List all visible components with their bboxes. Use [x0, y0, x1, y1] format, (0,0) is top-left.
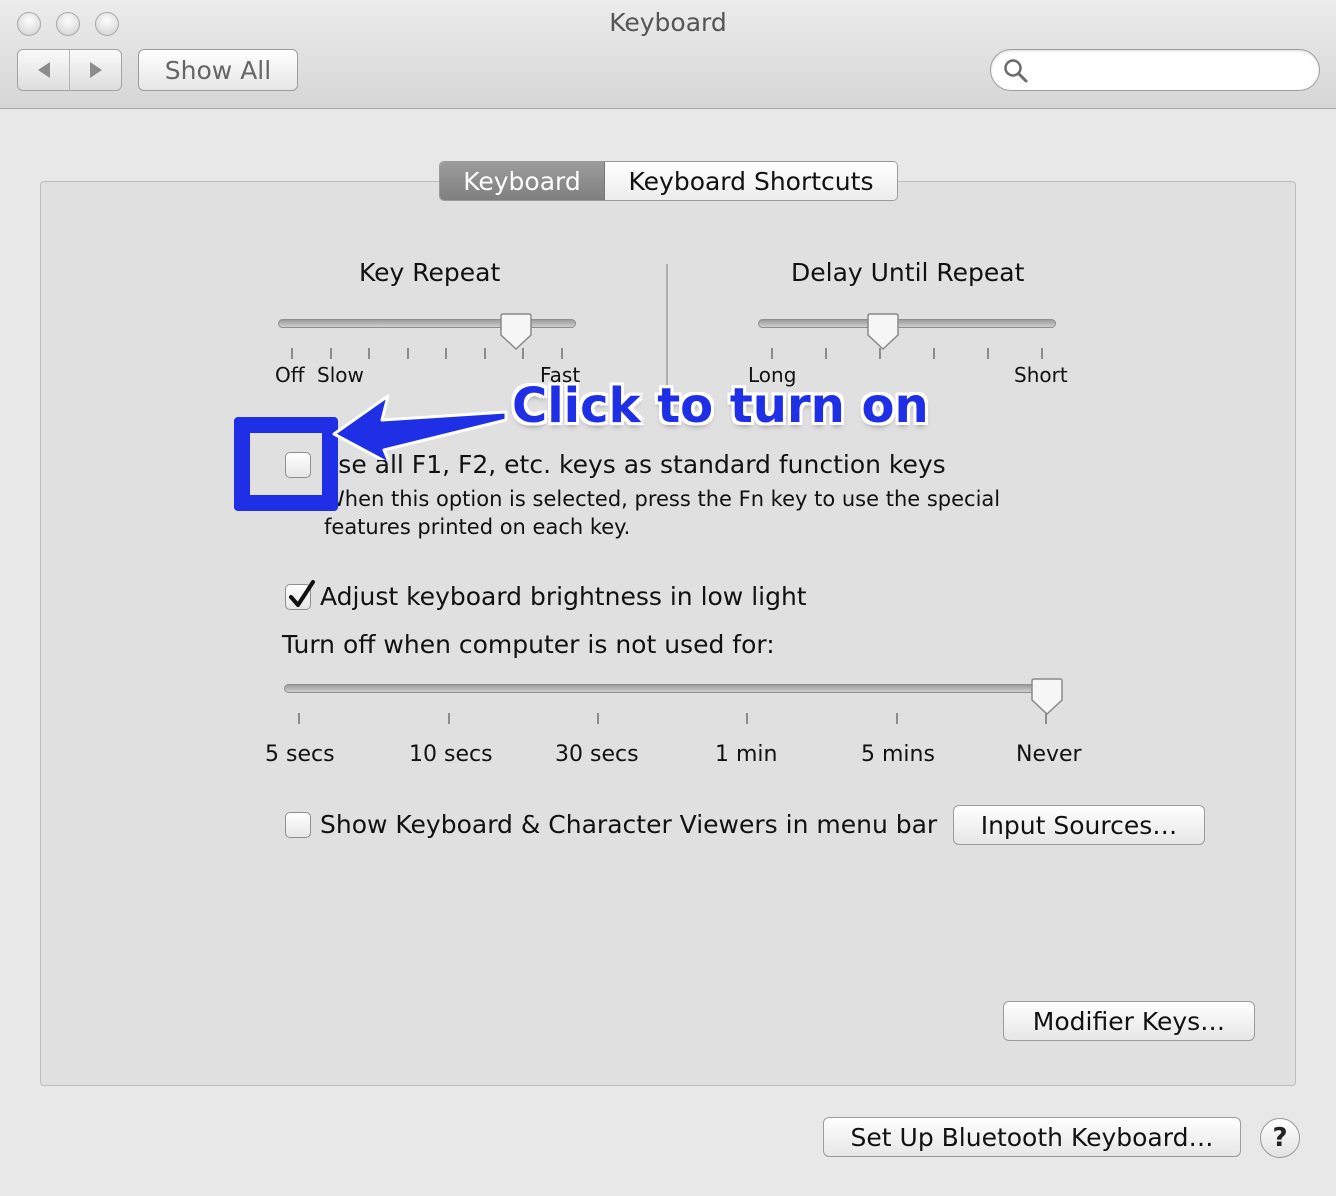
slider-tick: [291, 348, 293, 359]
turn-off-label-5-mins: 5 mins: [861, 742, 935, 767]
viewers-label[interactable]: Show Keyboard & Character Viewers in men…: [320, 810, 937, 839]
turn-off-label-10-secs: 10 secs: [409, 742, 493, 767]
delay-slider-track[interactable]: [758, 319, 1056, 328]
back-button[interactable]: [18, 50, 70, 90]
slider-tick: [561, 348, 563, 359]
back-arrow-icon: [37, 62, 50, 78]
annotation-highlight-box: [234, 417, 338, 511]
slider-tick: [1041, 348, 1043, 359]
slider-tick: [825, 348, 827, 359]
turn-off-tick: [896, 713, 898, 724]
slider-divider: [666, 264, 668, 388]
slider-tick: [406, 348, 409, 359]
tab-keyboard[interactable]: Keyboard: [440, 162, 605, 200]
turn-off-label-30-secs: 30 secs: [555, 742, 639, 767]
turn-off-label-1-min: 1 min: [715, 742, 778, 767]
turn-off-tick: [597, 713, 599, 724]
turn-off-slider-thumb[interactable]: [1030, 678, 1064, 716]
function-keys-description-1: When this option is selected, press the …: [324, 487, 1001, 511]
slider-tick: [933, 348, 935, 359]
bluetooth-keyboard-button[interactable]: Set Up Bluetooth Keyboard…: [823, 1117, 1241, 1157]
turn-off-tick: [448, 713, 450, 724]
function-keys-description-2: features printed on each key.: [324, 515, 631, 539]
checkmark-icon: [289, 580, 315, 607]
slider-tick: [368, 348, 371, 359]
modifier-keys-button[interactable]: Modifier Keys…: [1003, 1001, 1255, 1041]
window-title: Keyboard: [609, 8, 727, 37]
window-toolbar: Keyboard Show All: [0, 0, 1336, 109]
brightness-checkbox[interactable]: [285, 580, 315, 610]
tab-keyboard-shortcuts[interactable]: Keyboard Shortcuts: [605, 162, 897, 200]
back-forward-control: [17, 49, 122, 91]
search-icon: [1004, 59, 1028, 83]
search-field[interactable]: [990, 49, 1320, 91]
slider-tick: [771, 348, 773, 359]
show-all-button[interactable]: Show All: [138, 49, 298, 91]
brightness-label[interactable]: Adjust keyboard brightness in low light: [320, 582, 807, 611]
annotation-text: Click to turn on: [512, 378, 929, 434]
key-repeat-title: Key Repeat: [359, 258, 501, 287]
help-button[interactable]: ?: [1260, 1118, 1300, 1158]
turn-off-tick: [746, 713, 748, 724]
key-repeat-slider-thumb[interactable]: [499, 313, 533, 351]
turn-off-label: Turn off when computer is not used for:: [282, 630, 775, 659]
delay-slider-thumb[interactable]: [866, 313, 900, 351]
key-repeat-label-off: Off: [275, 363, 305, 387]
slider-tick: [987, 348, 989, 359]
turn-off-slider-track[interactable]: [284, 684, 1062, 693]
slider-tick: [329, 348, 332, 359]
slider-tick: [522, 348, 525, 359]
annotation-arrow-icon: [332, 394, 508, 460]
delay-label-short: Short: [1014, 363, 1068, 387]
turn-off-label-5-secs: 5 secs: [265, 742, 335, 767]
slider-tick: [445, 348, 448, 359]
slider-tick: [483, 348, 486, 359]
tab-bar: Keyboard Keyboard Shortcuts: [439, 161, 898, 201]
input-sources-button[interactable]: Input Sources…: [953, 805, 1205, 845]
slider-tick: [879, 348, 881, 359]
forward-button[interactable]: [70, 50, 121, 90]
turn-off-tick: [298, 713, 300, 724]
turn-off-tick: [1045, 713, 1047, 724]
viewers-checkbox[interactable]: [285, 812, 311, 838]
turn-off-label-never: Never: [1016, 742, 1082, 767]
forward-arrow-icon: [89, 62, 102, 78]
delay-until-repeat-title: Delay Until Repeat: [791, 258, 1025, 287]
key-repeat-label-slow: Slow: [317, 363, 364, 387]
